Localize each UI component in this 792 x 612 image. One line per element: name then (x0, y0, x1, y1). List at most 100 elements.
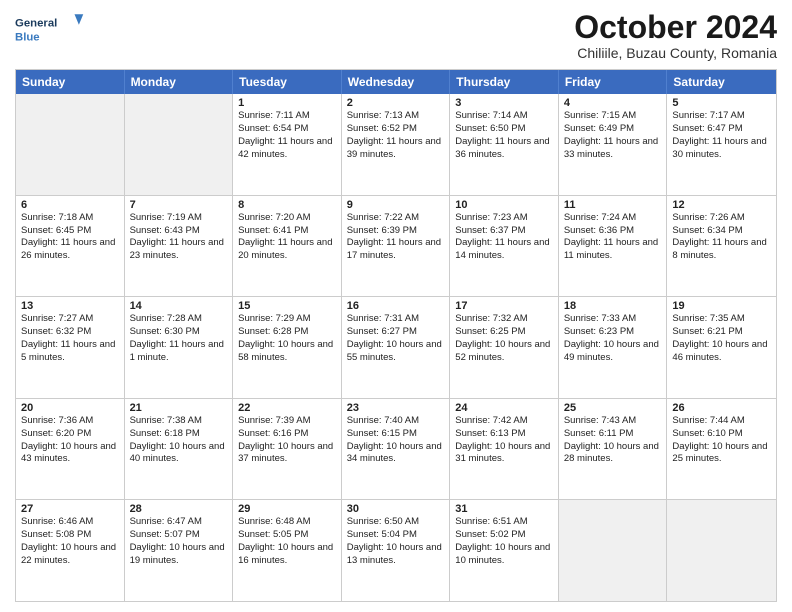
day-number: 31 (455, 503, 553, 515)
calendar-body: 1Sunrise: 7:11 AMSunset: 6:54 PMDaylight… (16, 94, 776, 601)
calendar-cell (559, 500, 668, 601)
calendar-header-row: SundayMondayTuesdayWednesdayThursdayFrid… (16, 70, 776, 94)
daylight-text: Daylight: 11 hours and 1 minute. (130, 339, 228, 365)
day-number: 5 (672, 97, 771, 109)
daylight-text: Daylight: 10 hours and 10 minutes. (455, 542, 553, 568)
day-number: 12 (672, 199, 771, 211)
calendar-cell: 11Sunrise: 7:24 AMSunset: 6:36 PMDayligh… (559, 196, 668, 297)
sunset-text: Sunset: 6:43 PM (130, 225, 228, 238)
day-number: 8 (238, 199, 336, 211)
calendar-week-row: 13Sunrise: 7:27 AMSunset: 6:32 PMDayligh… (16, 297, 776, 399)
sunset-text: Sunset: 6:32 PM (21, 326, 119, 339)
logo: General Blue (15, 10, 85, 50)
sunrise-text: Sunrise: 7:19 AM (130, 212, 228, 225)
logo-svg: General Blue (15, 10, 85, 50)
day-number: 28 (130, 503, 228, 515)
day-of-week-header: Thursday (450, 70, 559, 94)
daylight-text: Daylight: 10 hours and 16 minutes. (238, 542, 336, 568)
day-number: 23 (347, 402, 445, 414)
sunset-text: Sunset: 6:16 PM (238, 428, 336, 441)
sunrise-text: Sunrise: 7:17 AM (672, 110, 771, 123)
sunset-text: Sunset: 6:34 PM (672, 225, 771, 238)
header-right: October 2024 Chiliile, Buzau County, Rom… (574, 10, 777, 61)
day-number: 25 (564, 402, 662, 414)
sunrise-text: Sunrise: 7:32 AM (455, 313, 553, 326)
sunset-text: Sunset: 6:28 PM (238, 326, 336, 339)
calendar-cell (667, 500, 776, 601)
calendar-cell: 12Sunrise: 7:26 AMSunset: 6:34 PMDayligh… (667, 196, 776, 297)
calendar-week-row: 6Sunrise: 7:18 AMSunset: 6:45 PMDaylight… (16, 196, 776, 298)
calendar: SundayMondayTuesdayWednesdayThursdayFrid… (15, 69, 777, 602)
calendar-cell: 19Sunrise: 7:35 AMSunset: 6:21 PMDayligh… (667, 297, 776, 398)
daylight-text: Daylight: 11 hours and 14 minutes. (455, 237, 553, 263)
day-number: 27 (21, 503, 119, 515)
calendar-cell: 7Sunrise: 7:19 AMSunset: 6:43 PMDaylight… (125, 196, 234, 297)
sunset-text: Sunset: 6:15 PM (347, 428, 445, 441)
day-number: 7 (130, 199, 228, 211)
sunset-text: Sunset: 5:02 PM (455, 529, 553, 542)
sunrise-text: Sunrise: 7:43 AM (564, 415, 662, 428)
sunrise-text: Sunrise: 7:42 AM (455, 415, 553, 428)
calendar-cell: 13Sunrise: 7:27 AMSunset: 6:32 PMDayligh… (16, 297, 125, 398)
daylight-text: Daylight: 10 hours and 13 minutes. (347, 542, 445, 568)
daylight-text: Daylight: 11 hours and 36 minutes. (455, 136, 553, 162)
daylight-text: Daylight: 11 hours and 30 minutes. (672, 136, 771, 162)
calendar-cell: 21Sunrise: 7:38 AMSunset: 6:18 PMDayligh… (125, 399, 234, 500)
calendar-cell: 1Sunrise: 7:11 AMSunset: 6:54 PMDaylight… (233, 94, 342, 195)
daylight-text: Daylight: 11 hours and 17 minutes. (347, 237, 445, 263)
daylight-text: Daylight: 11 hours and 5 minutes. (21, 339, 119, 365)
sunrise-text: Sunrise: 7:20 AM (238, 212, 336, 225)
day-number: 10 (455, 199, 553, 211)
sunset-text: Sunset: 6:37 PM (455, 225, 553, 238)
day-of-week-header: Friday (559, 70, 668, 94)
day-number: 16 (347, 300, 445, 312)
sunrise-text: Sunrise: 7:26 AM (672, 212, 771, 225)
daylight-text: Daylight: 10 hours and 52 minutes. (455, 339, 553, 365)
daylight-text: Daylight: 11 hours and 42 minutes. (238, 136, 336, 162)
calendar-cell: 10Sunrise: 7:23 AMSunset: 6:37 PMDayligh… (450, 196, 559, 297)
day-number: 18 (564, 300, 662, 312)
sunset-text: Sunset: 5:07 PM (130, 529, 228, 542)
sunrise-text: Sunrise: 7:11 AM (238, 110, 336, 123)
sunrise-text: Sunrise: 6:47 AM (130, 516, 228, 529)
daylight-text: Daylight: 10 hours and 55 minutes. (347, 339, 445, 365)
daylight-text: Daylight: 10 hours and 31 minutes. (455, 441, 553, 467)
daylight-text: Daylight: 10 hours and 58 minutes. (238, 339, 336, 365)
header: General Blue October 2024 Chiliile, Buza… (15, 10, 777, 61)
calendar-cell (16, 94, 125, 195)
sunrise-text: Sunrise: 7:27 AM (21, 313, 119, 326)
calendar-cell: 18Sunrise: 7:33 AMSunset: 6:23 PMDayligh… (559, 297, 668, 398)
daylight-text: Daylight: 11 hours and 39 minutes. (347, 136, 445, 162)
sunset-text: Sunset: 6:39 PM (347, 225, 445, 238)
day-number: 20 (21, 402, 119, 414)
calendar-week-row: 1Sunrise: 7:11 AMSunset: 6:54 PMDaylight… (16, 94, 776, 196)
calendar-cell: 30Sunrise: 6:50 AMSunset: 5:04 PMDayligh… (342, 500, 451, 601)
svg-text:Blue: Blue (15, 32, 40, 44)
sunset-text: Sunset: 6:52 PM (347, 123, 445, 136)
day-number: 29 (238, 503, 336, 515)
sunset-text: Sunset: 6:13 PM (455, 428, 553, 441)
day-number: 1 (238, 97, 336, 109)
sunset-text: Sunset: 6:11 PM (564, 428, 662, 441)
day-number: 9 (347, 199, 445, 211)
daylight-text: Daylight: 10 hours and 22 minutes. (21, 542, 119, 568)
day-of-week-header: Sunday (16, 70, 125, 94)
sunset-text: Sunset: 6:45 PM (21, 225, 119, 238)
sunrise-text: Sunrise: 7:24 AM (564, 212, 662, 225)
sunrise-text: Sunrise: 7:29 AM (238, 313, 336, 326)
day-of-week-header: Monday (125, 70, 234, 94)
calendar-cell: 20Sunrise: 7:36 AMSunset: 6:20 PMDayligh… (16, 399, 125, 500)
day-number: 6 (21, 199, 119, 211)
sunset-text: Sunset: 6:18 PM (130, 428, 228, 441)
calendar-cell: 6Sunrise: 7:18 AMSunset: 6:45 PMDaylight… (16, 196, 125, 297)
sunrise-text: Sunrise: 7:33 AM (564, 313, 662, 326)
calendar-cell: 5Sunrise: 7:17 AMSunset: 6:47 PMDaylight… (667, 94, 776, 195)
sunset-text: Sunset: 6:25 PM (455, 326, 553, 339)
sunset-text: Sunset: 6:41 PM (238, 225, 336, 238)
calendar-cell (125, 94, 234, 195)
day-number: 24 (455, 402, 553, 414)
daylight-text: Daylight: 10 hours and 46 minutes. (672, 339, 771, 365)
day-number: 11 (564, 199, 662, 211)
calendar-cell: 23Sunrise: 7:40 AMSunset: 6:15 PMDayligh… (342, 399, 451, 500)
calendar-cell: 29Sunrise: 6:48 AMSunset: 5:05 PMDayligh… (233, 500, 342, 601)
